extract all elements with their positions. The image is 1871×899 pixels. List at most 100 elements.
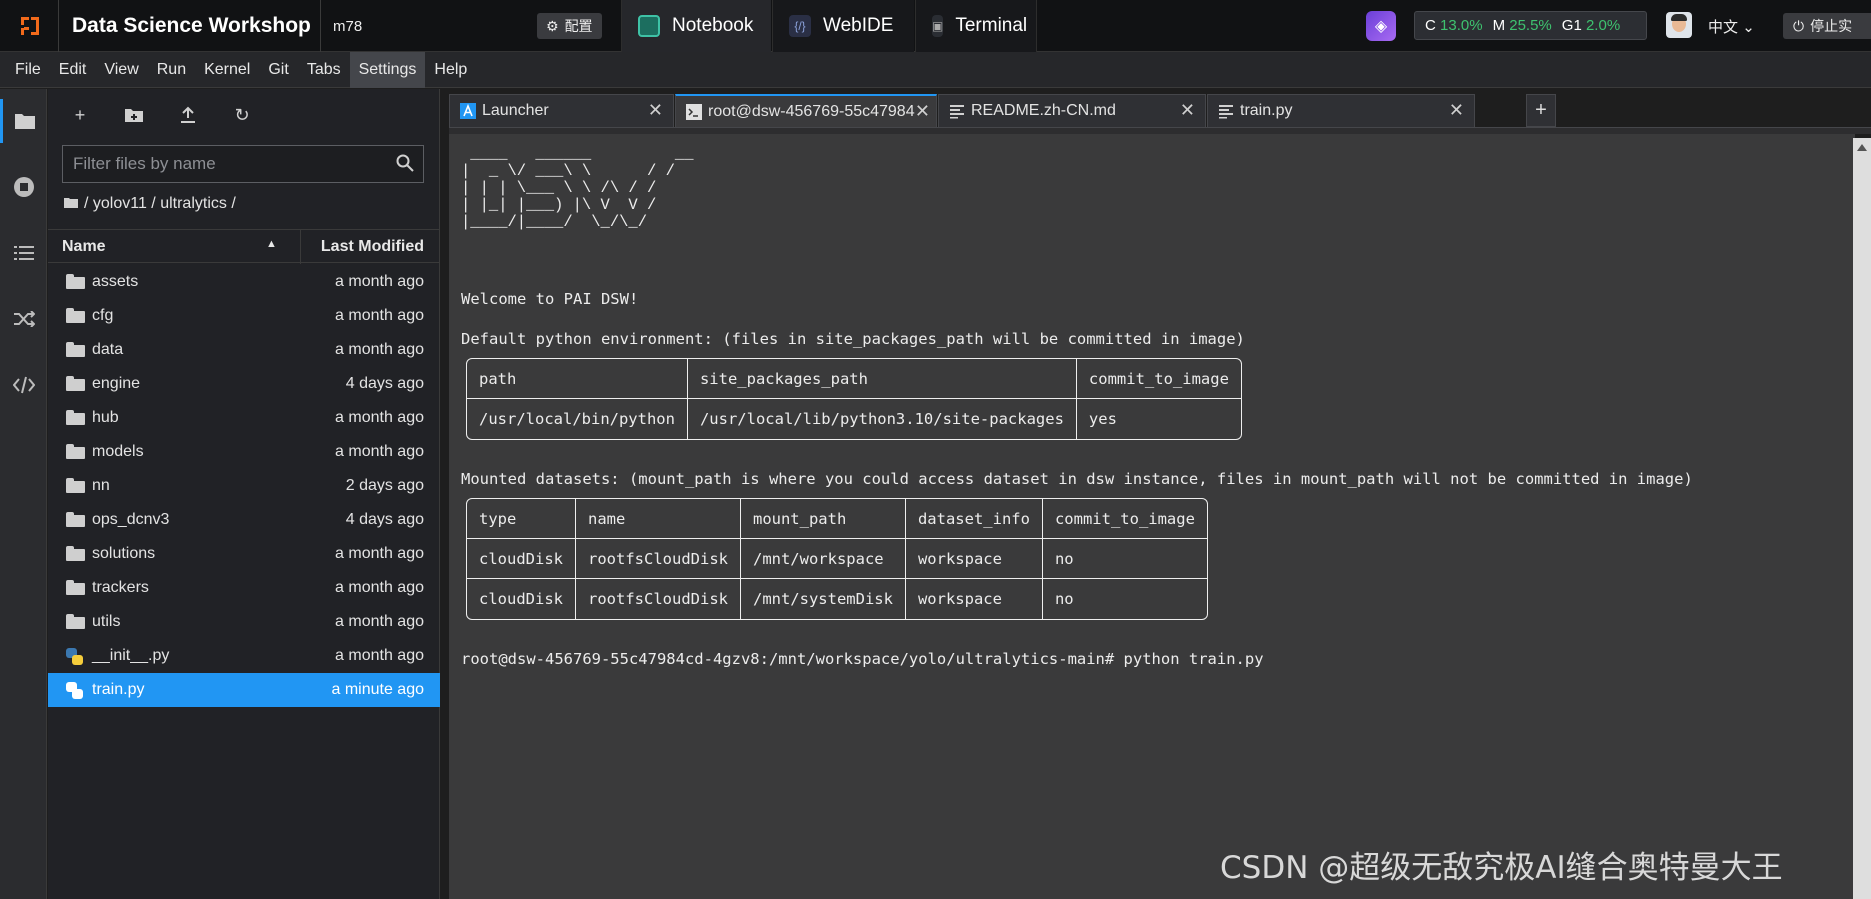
close-icon[interactable]: ✕ — [1180, 100, 1195, 121]
file-row[interactable]: hub a month ago — [48, 401, 440, 435]
close-icon[interactable]: ✕ — [1449, 100, 1464, 121]
folder-icon — [66, 478, 86, 494]
tab-train-py[interactable]: train.py ✕ — [1207, 94, 1475, 127]
menu-kernel[interactable]: Kernel — [195, 52, 259, 88]
file-list-header: Name ▲ Last Modified — [48, 229, 440, 264]
file-row[interactable]: engine 4 days ago — [48, 367, 440, 401]
file-toolbar: + ↻ — [68, 103, 254, 127]
tab-notebook-label: Notebook — [672, 15, 754, 36]
menu-settings[interactable]: Settings — [349, 51, 426, 88]
file-modified: a month ago — [335, 409, 424, 426]
markdown-file-icon — [949, 103, 965, 119]
tab-terminal[interactable]: ▣ Terminal — [915, 0, 1037, 52]
file-name: __init__.py — [92, 647, 170, 664]
running-stop-icon[interactable] — [0, 165, 47, 209]
file-row[interactable]: models a month ago — [48, 435, 440, 469]
tab-readme[interactable]: README.zh-CN.md ✕ — [938, 94, 1206, 127]
top-bar: Data Science Workshop m78 ⚙ 配置 Notebook … — [0, 0, 1871, 52]
menu-view[interactable]: View — [95, 52, 147, 88]
menu-run[interactable]: Run — [148, 52, 195, 88]
file-row[interactable]: __init__.py a month ago — [48, 639, 440, 673]
file-row[interactable]: trackers a month ago — [48, 571, 440, 605]
tab-webide[interactable]: {/} WebIDE — [772, 0, 914, 52]
memory-label: M — [1492, 17, 1506, 34]
column-last-modified[interactable]: Last Modified — [321, 238, 424, 256]
language-selector[interactable]: 中文 ⌄ — [1708, 16, 1755, 37]
file-modified: 4 days ago — [345, 511, 424, 528]
close-icon[interactable]: ✕ — [648, 100, 663, 121]
avatar[interactable] — [1666, 12, 1692, 38]
file-modified: a month ago — [335, 307, 424, 324]
search-icon[interactable] — [396, 154, 414, 172]
upload-icon[interactable] — [176, 103, 200, 127]
table-header: path — [467, 359, 688, 399]
file-name: utils — [92, 613, 121, 630]
scroll-up-arrow-icon[interactable] — [1856, 142, 1868, 152]
tab-label: Launcher — [482, 102, 549, 119]
config-button[interactable]: ⚙ 配置 — [537, 13, 602, 39]
app-logo-icon[interactable] — [14, 10, 46, 42]
file-row[interactable]: utils a month ago — [48, 605, 440, 639]
add-tab-button[interactable]: + — [1526, 94, 1556, 127]
folder-icon — [66, 512, 86, 528]
menu-edit[interactable]: Edit — [50, 52, 96, 88]
table-cell: yes — [1088, 410, 1117, 428]
app-title: Data Science Workshop — [72, 14, 311, 37]
stop-instance-button[interactable]: ⏻ 停止实 — [1783, 13, 1871, 39]
tab-label: root@dsw-456769-55c47984 — [708, 103, 915, 120]
code-icon[interactable] — [0, 363, 47, 407]
file-row[interactable]: data a month ago — [48, 333, 440, 367]
welcome-text: Welcome to PAI DSW! — [461, 290, 639, 308]
terminal-scrollbar[interactable] — [1853, 138, 1871, 899]
menu-help[interactable]: Help — [425, 52, 476, 88]
activity-bar — [0, 89, 47, 899]
terminal-icon: ▣ — [932, 15, 944, 37]
folder-icon[interactable] — [0, 99, 47, 143]
file-row[interactable]: ops_dcnv3 4 days ago — [48, 503, 440, 537]
table-of-contents-icon[interactable] — [0, 231, 47, 275]
sort-ascending-icon[interactable]: ▲ — [266, 238, 277, 250]
tab-notebook[interactable]: Notebook — [621, 0, 771, 52]
launcher-icon — [460, 103, 476, 119]
filter-input[interactable] — [63, 146, 383, 182]
menu-tabs[interactable]: Tabs — [298, 52, 350, 88]
file-modified: a month ago — [335, 341, 424, 358]
close-icon[interactable]: ✕ — [915, 101, 930, 122]
webide-icon: {/} — [789, 15, 811, 37]
ai-assistant-icon[interactable]: ◈ — [1366, 11, 1396, 41]
menu-file[interactable]: File — [6, 52, 50, 88]
table-cell: workspace — [906, 579, 1043, 619]
file-name: models — [92, 443, 144, 460]
git-shuffle-icon[interactable] — [0, 297, 47, 341]
file-row[interactable]: cfg a month ago — [48, 299, 440, 333]
table-cell: no — [1054, 590, 1074, 608]
tab-terminal-session[interactable]: root@dsw-456769-55c47984 ✕ — [675, 94, 937, 127]
folder-icon — [66, 580, 86, 596]
watermark: CSDN @超级无敌究极AI缝合奥特曼大王 — [1220, 850, 1783, 886]
file-name: cfg — [92, 307, 114, 324]
tab-terminal-label: Terminal — [955, 15, 1028, 36]
new-launcher-icon[interactable]: + — [68, 103, 92, 127]
refresh-icon[interactable]: ↻ — [230, 103, 254, 127]
file-row[interactable]: train.py a minute ago — [48, 673, 440, 707]
terminal-panel[interactable]: ____ ______ __ | _ \/ ___\ \ / / | | | \… — [449, 134, 1855, 899]
file-row[interactable]: assets a month ago — [48, 265, 440, 299]
file-row[interactable]: solutions a month ago — [48, 537, 440, 571]
table-cell: /usr/local/bin/python — [467, 399, 688, 439]
tab-launcher[interactable]: Launcher ✕ — [449, 94, 674, 127]
table-cell: no — [1042, 539, 1207, 579]
column-divider[interactable] — [300, 230, 301, 264]
folder-icon[interactable] — [64, 195, 78, 213]
file-modified: a month ago — [335, 443, 424, 460]
column-name[interactable]: Name — [62, 238, 106, 256]
command-prompt: root@dsw-456769-55c47984cd-4gzv8:/mnt/wo… — [461, 650, 1264, 668]
folder-icon — [66, 308, 86, 324]
menu-git[interactable]: Git — [259, 52, 297, 88]
resource-usage: C 13.0% M 25.5% G1 2.0% — [1414, 11, 1647, 40]
divider — [58, 0, 59, 52]
power-icon: ⏻ — [1793, 17, 1805, 34]
new-folder-icon[interactable] — [122, 103, 146, 127]
cpu-label: C — [1425, 17, 1436, 34]
breadcrumb-path[interactable]: / yolov11 / ultralytics / — [84, 195, 236, 213]
file-row[interactable]: nn 2 days ago — [48, 469, 440, 503]
